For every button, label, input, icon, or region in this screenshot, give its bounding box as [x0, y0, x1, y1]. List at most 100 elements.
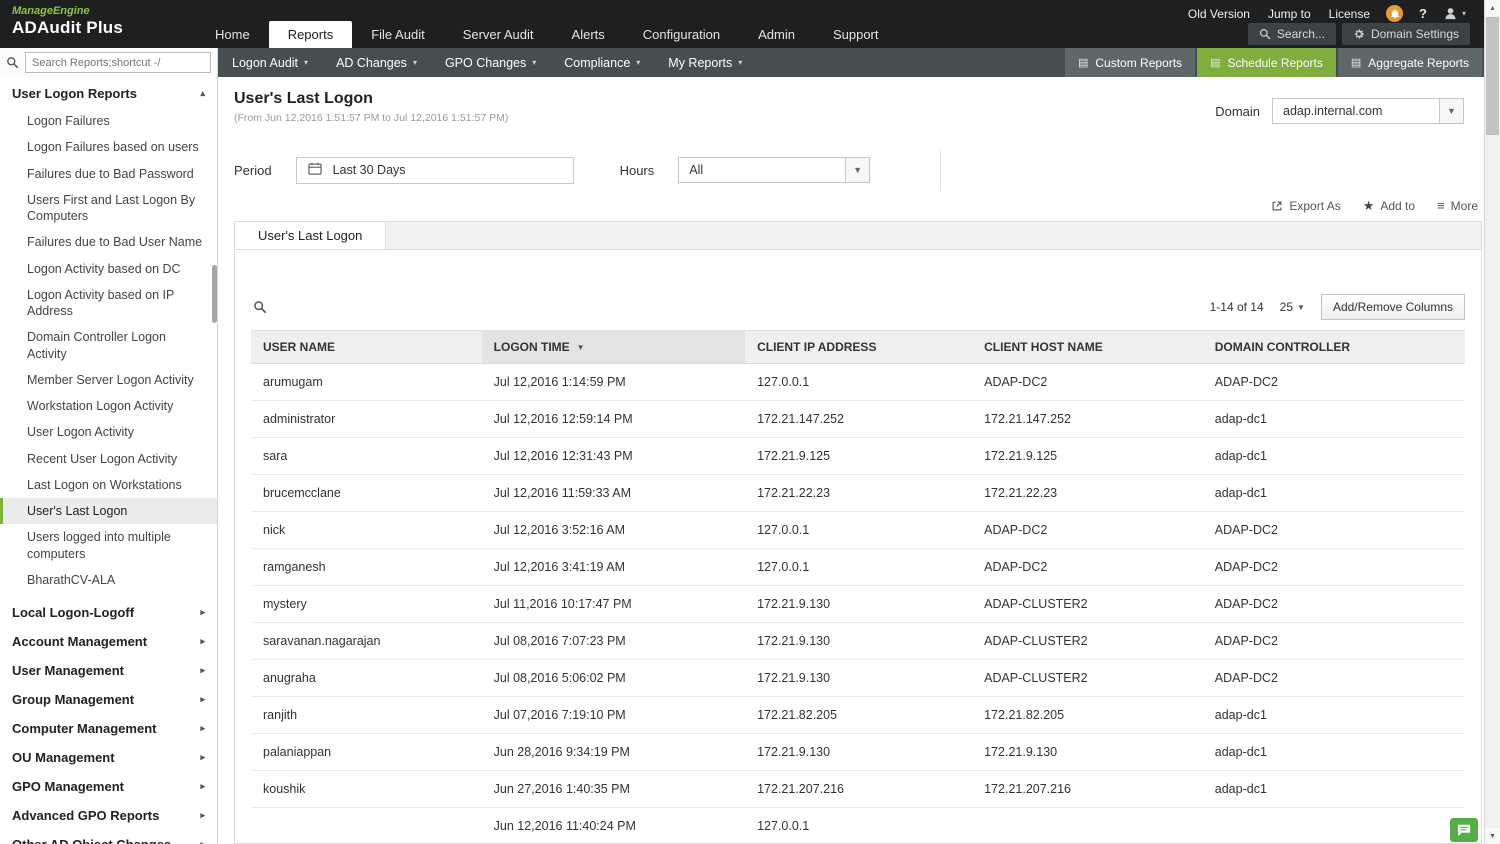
- column-header-user-name[interactable]: USER NAME: [251, 330, 482, 364]
- sidebar-item-workstation-logon-activity[interactable]: Workstation Logon Activity: [0, 393, 217, 419]
- export-as-button[interactable]: Export As: [1271, 199, 1341, 213]
- page-size-select[interactable]: 25 ▼: [1280, 300, 1305, 314]
- sidebar-section-header-gpo-management[interactable]: GPO Management ▸: [0, 772, 217, 801]
- custom-reports-button[interactable]: ▤ Custom Reports: [1064, 48, 1196, 77]
- cell-user-name: administrator: [251, 400, 482, 438]
- sidebar-item-failures-due-to-bad-password[interactable]: Failures due to Bad Password: [0, 161, 217, 187]
- sidebar-section-header-computer-management[interactable]: Computer Management ▸: [0, 714, 217, 743]
- menu-compliance[interactable]: Compliance ▾: [550, 56, 654, 70]
- custom-reports-icon: ▤: [1077, 57, 1089, 69]
- sidebar-item-users-first-and-last-logon-by-computers[interactable]: Users First and Last Logon By Computers: [0, 187, 217, 230]
- sidebar-item-recent-user-logon-activity[interactable]: Recent User Logon Activity: [0, 446, 217, 472]
- menu-logon-audit[interactable]: Logon Audit ▾: [218, 56, 322, 70]
- scrollbar-thumb[interactable]: [1486, 17, 1499, 135]
- column-header-label: DOMAIN CONTROLLER: [1214, 340, 1351, 354]
- sidebar-item-failures-due-to-bad-user-name[interactable]: Failures due to Bad User Name: [0, 229, 217, 255]
- sidebar-section-header-other-ad-object-changes[interactable]: Other AD Object Changes ▸: [0, 830, 217, 844]
- sidebar-item-user-s-last-logon[interactable]: User's Last Logon: [0, 498, 217, 525]
- chevron-down-icon: ▼: [1439, 99, 1463, 123]
- sidebar-section-label: Advanced GPO Reports: [12, 808, 160, 823]
- add-to-label: Add to: [1380, 198, 1416, 213]
- domain-select[interactable]: adap.internal.com ▼: [1272, 98, 1464, 124]
- search-button[interactable]: Search...: [1247, 23, 1336, 45]
- cell-client-ip-address: 172.21.22.23: [745, 474, 973, 512]
- nav-item-file-audit[interactable]: File Audit: [352, 21, 443, 48]
- nav-item-configuration[interactable]: Configuration: [624, 21, 739, 48]
- menu-label: Compliance: [564, 55, 631, 70]
- domain-settings-button[interactable]: Domain Settings: [1341, 23, 1470, 45]
- sidebar-section-header-user-management[interactable]: User Management ▸: [0, 656, 217, 685]
- sidebar-section-header-group-management[interactable]: Group Management ▸: [0, 685, 217, 714]
- scroll-up-icon[interactable]: ▲: [1485, 0, 1500, 16]
- menu-gpo-changes[interactable]: GPO Changes ▾: [431, 56, 550, 70]
- user-menu[interactable]: ▾: [1443, 6, 1466, 21]
- nav-item-alerts[interactable]: Alerts: [553, 21, 624, 48]
- sidebar-scrollbar-thumb[interactable]: [212, 265, 217, 323]
- add-to-button[interactable]: ★ Add to: [1363, 199, 1415, 213]
- aggregate-reports-button[interactable]: ▤ Aggregate Reports: [1337, 48, 1482, 77]
- schedule-reports-button[interactable]: ▤ Schedule Reports: [1197, 48, 1336, 77]
- cell-user-name: mystery: [251, 585, 482, 623]
- column-header-client-host-name[interactable]: CLIENT HOST NAME: [972, 330, 1203, 364]
- cell-logon-time: Jun 27,2016 1:40:35 PM: [481, 770, 746, 808]
- nav-item-support[interactable]: Support: [814, 21, 898, 48]
- help-icon[interactable]: ?: [1419, 6, 1427, 21]
- nav-item-server-audit[interactable]: Server Audit: [444, 21, 553, 48]
- cell-client-host-name: ADAP-CLUSTER2: [972, 585, 1203, 623]
- period-picker[interactable]: Last 30 Days: [295, 156, 574, 184]
- page-size-value: 25: [1279, 300, 1294, 314]
- sidebar-section-header-user-logon-reports[interactable]: User Logon Reports ▴: [0, 79, 217, 108]
- header-link-jump-to[interactable]: Jump to: [1268, 7, 1311, 21]
- tab-users-last-logon[interactable]: User's Last Logon: [235, 222, 387, 249]
- sidebar-item-member-server-logon-activity[interactable]: Member Server Logon Activity: [0, 367, 217, 393]
- sidebar-item-logon-activity-based-on-dc[interactable]: Logon Activity based on DC: [0, 256, 217, 282]
- header-link-license[interactable]: License: [1329, 7, 1370, 21]
- domain-label: Domain: [1215, 103, 1260, 119]
- add-remove-columns-button[interactable]: Add/Remove Columns: [1320, 294, 1465, 320]
- menu-label: Logon Audit: [232, 55, 299, 70]
- scroll-down-icon[interactable]: ▼: [1485, 828, 1500, 844]
- sidebar-section-header-ou-management[interactable]: OU Management ▸: [0, 743, 217, 772]
- reports-sidebar: User Logon Reports ▴ Logon Failures Logon F…: [0, 77, 218, 844]
- cell-logon-time: Jul 12,2016 1:14:59 PM: [481, 363, 746, 401]
- column-header-logon-time[interactable]: LOGON TIME ▼: [481, 330, 746, 364]
- cell-client-ip-address: 127.0.0.1: [745, 363, 973, 401]
- sidebar-section-header-advanced-gpo-reports[interactable]: Advanced GPO Reports ▸: [0, 801, 217, 830]
- column-header-domain-controller[interactable]: DOMAIN CONTROLLER: [1202, 330, 1465, 364]
- sidebar-item-logon-failures-based-on-users[interactable]: Logon Failures based on users: [0, 134, 217, 160]
- cell-logon-time: Jul 12,2016 3:41:19 AM: [481, 548, 746, 586]
- hours-select[interactable]: All ▼: [678, 157, 871, 183]
- table-row: palaniappan Jun 28,2016 9:34:19 PM 172.21.…: [251, 733, 1465, 771]
- chat-icon[interactable]: [1450, 818, 1478, 842]
- cell-client-ip-address: 172.21.9.130: [745, 622, 973, 660]
- table-search-icon[interactable]: [251, 300, 267, 314]
- sidebar-item-user-logon-activity[interactable]: User Logon Activity: [0, 419, 217, 445]
- cell-client-ip-address: 127.0.0.1: [745, 548, 973, 586]
- cell-user-name: koushik: [251, 770, 482, 808]
- sidebar-section-header-account-management[interactable]: Account Management ▸: [0, 627, 217, 656]
- menu-my-reports[interactable]: My Reports ▾: [654, 56, 756, 70]
- nav-item-reports[interactable]: Reports: [268, 21, 353, 48]
- sidebar-item-users-logged-into-multiple-computers[interactable]: Users logged into multiple computers: [0, 524, 217, 567]
- manageengine-logo: ManageEngine: [12, 5, 90, 17]
- more-button[interactable]: ≡ More: [1437, 198, 1478, 213]
- menu-ad-changes[interactable]: AD Changes ▾: [322, 56, 431, 70]
- sidebar-item-domain-controller-logon-activity[interactable]: Domain Controller Logon Activity: [0, 324, 217, 367]
- page-scrollbar: ▲ ▼: [1484, 0, 1500, 844]
- nav-item-home[interactable]: Home: [196, 21, 269, 48]
- sidebar-item-bharathcv-ala[interactable]: BharathCV-ALA: [0, 567, 217, 593]
- sidebar-section-header-local-logon-logoff[interactable]: Local Logon-Logoff ▸: [0, 598, 217, 627]
- notifications-icon[interactable]: [1386, 5, 1404, 22]
- sidebar-item-logon-failures[interactable]: Logon Failures: [0, 108, 217, 134]
- header-link-old-version[interactable]: Old Version: [1188, 7, 1250, 21]
- sidebar-item-logon-activity-based-on-ip-address[interactable]: Logon Activity based on IP Address: [0, 282, 217, 325]
- sidebar-item-last-logon-on-workstations[interactable]: Last Logon on Workstations: [0, 472, 217, 498]
- cell-domain-controller: ADAP-DC2: [1202, 511, 1465, 549]
- cell-client-ip-address: 172.21.82.205: [745, 696, 973, 734]
- sidebar-section-label: Group Management: [12, 692, 135, 707]
- reports-search-input[interactable]: [25, 52, 211, 73]
- report-main: User's Last Logon (From Jun 12,2016 1:51…: [218, 77, 1500, 844]
- column-header-client-ip-address[interactable]: CLIENT IP ADDRESS: [745, 330, 973, 364]
- cell-logon-time: Jun 12,2016 11:40:24 PM: [481, 807, 746, 843]
- nav-item-admin[interactable]: Admin: [739, 21, 814, 48]
